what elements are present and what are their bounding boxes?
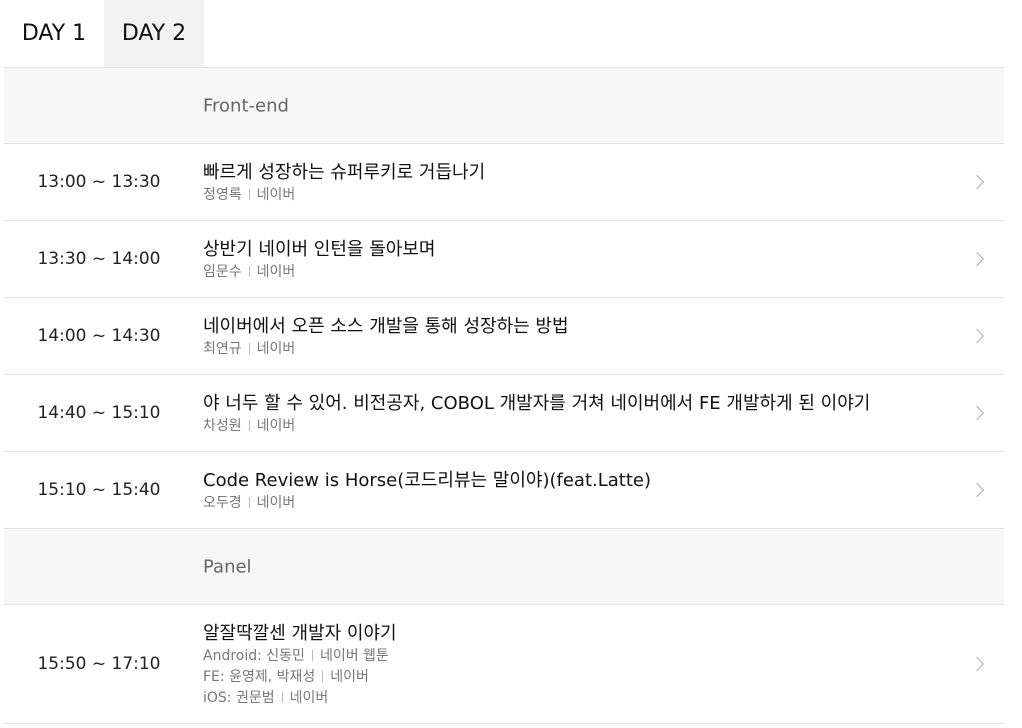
separator — [248, 497, 250, 508]
separator — [248, 266, 250, 277]
session-title: 알잘딱깔센 개발자 이야기 — [203, 623, 397, 644]
speaker-name: 최연규 — [203, 341, 242, 357]
session-title: 야 너두 할 수 있어. 비전공자, COBOL 개발자를 거쳐 네이버에서 F… — [203, 393, 871, 414]
session-info: 상반기 네이버 인턴을 돌아보며 임문수 네이버 — [203, 238, 944, 283]
speaker-org: 네이버 — [256, 418, 296, 434]
session-time: 14:40 ~ 15:10 — [37, 403, 161, 423]
session-time: 14:00 ~ 14:30 — [37, 326, 161, 346]
chevron-right-icon — [969, 251, 985, 267]
speaker-name: 오두경 — [203, 495, 242, 511]
tab-day-1[interactable]: DAY 1 — [4, 0, 104, 67]
session-time: 13:00 ~ 13:30 — [37, 172, 161, 192]
speaker-org: 네이버 — [330, 669, 369, 685]
session-info: 알잘딱깔센 개발자 이야기 Android: 신동민 네이버 웹툰 FE: 윤영제… — [203, 622, 944, 709]
speaker-name: 임문수 — [203, 264, 242, 280]
session-time: 15:10 ~ 15:40 — [37, 480, 161, 500]
session-info: 야 너두 할 수 있어. 비전공자, COBOL 개발자를 거쳐 네이버에서 F… — [203, 392, 944, 437]
section-title: Panel — [203, 556, 252, 577]
session-speaker: iOS: 권문범 네이버 — [203, 688, 944, 709]
section-header-front-end: Front-end — [4, 68, 1004, 144]
schedule-page: DAY 1 DAY 2 Front-end 13:00 ~ 13:30 빠르게 … — [0, 0, 1022, 728]
session-info: Code Review is Horse(코드리뷰는 말이야)(feat.Lat… — [203, 469, 944, 514]
session-schedule: Front-end 13:00 ~ 13:30 빠르게 성장하는 슈퍼루키로 거… — [4, 67, 1004, 724]
speaker-org: 네이버 — [256, 187, 296, 203]
speaker-name: iOS: 권문범 — [203, 690, 275, 706]
session-info: 네이버에서 오픈 소스 개발을 통해 성장하는 방법 최연규 네이버 — [203, 315, 944, 360]
session-title: 네이버에서 오픈 소스 개발을 통해 성장하는 방법 — [203, 316, 569, 337]
speaker-org: 네이버 — [256, 341, 296, 357]
chevron-right-icon — [969, 482, 985, 498]
separator — [248, 343, 250, 354]
session-title: Code Review is Horse(코드리뷰는 말이야)(feat.Lat… — [203, 470, 652, 491]
session-row[interactable]: 15:50 ~ 17:10 알잘딱깔센 개발자 이야기 Android: 신동민… — [4, 605, 1004, 724]
speaker-name: 차성원 — [203, 418, 242, 434]
speaker-org: 네이버 웹툰 — [319, 648, 389, 664]
session-speaker: 임문수 네이버 — [203, 262, 944, 283]
session-speaker: Android: 신동민 네이버 웹툰 — [203, 646, 944, 667]
session-row[interactable]: 13:30 ~ 14:00 상반기 네이버 인턴을 돌아보며 임문수 네이버 — [4, 221, 1004, 298]
chevron-right-icon — [969, 405, 985, 421]
day-tabs: DAY 1 DAY 2 — [4, 0, 204, 67]
session-speaker: 차성원 네이버 — [203, 416, 944, 437]
separator — [248, 420, 250, 431]
session-row[interactable]: 14:40 ~ 15:10 야 너두 할 수 있어. 비전공자, COBOL 개… — [4, 375, 1004, 452]
chevron-right-icon — [969, 174, 985, 190]
session-speaker: 정영록 네이버 — [203, 185, 944, 206]
section-header-panel: Panel — [4, 529, 1004, 605]
separator — [311, 650, 313, 661]
section-title: Front-end — [203, 95, 289, 116]
speaker-org: 네이버 — [256, 495, 296, 511]
session-row[interactable]: 15:10 ~ 15:40 Code Review is Horse(코드리뷰는… — [4, 452, 1004, 529]
speaker-org: 네이버 — [289, 690, 329, 706]
speaker-name: 정영록 — [203, 187, 242, 203]
chevron-right-icon — [969, 656, 985, 672]
chevron-right-icon — [969, 328, 985, 344]
session-title: 빠르게 성장하는 슈퍼루키로 거듭나기 — [203, 162, 486, 183]
speaker-org: 네이버 — [256, 264, 296, 280]
session-time: 13:30 ~ 14:00 — [37, 249, 161, 269]
speaker-name: FE: 윤영제, 박재성 — [203, 669, 316, 685]
session-row[interactable]: 14:00 ~ 14:30 네이버에서 오픈 소스 개발을 통해 성장하는 방법… — [4, 298, 1004, 375]
separator — [322, 671, 324, 682]
tab-day-2[interactable]: DAY 2 — [104, 0, 204, 67]
separator — [281, 692, 283, 703]
session-title: 상반기 네이버 인턴을 돌아보며 — [203, 239, 436, 260]
speaker-name: Android: 신동민 — [203, 648, 305, 664]
session-speaker: 최연규 네이버 — [203, 339, 944, 360]
session-speaker: 오두경 네이버 — [203, 493, 944, 514]
session-time: 15:50 ~ 17:10 — [37, 654, 161, 674]
session-info: 빠르게 성장하는 슈퍼루키로 거듭나기 정영록 네이버 — [203, 161, 944, 206]
session-row[interactable]: 13:00 ~ 13:30 빠르게 성장하는 슈퍼루키로 거듭나기 정영록 네이버 — [4, 144, 1004, 221]
separator — [248, 189, 250, 200]
session-speaker: FE: 윤영제, 박재성 네이버 — [203, 667, 944, 688]
